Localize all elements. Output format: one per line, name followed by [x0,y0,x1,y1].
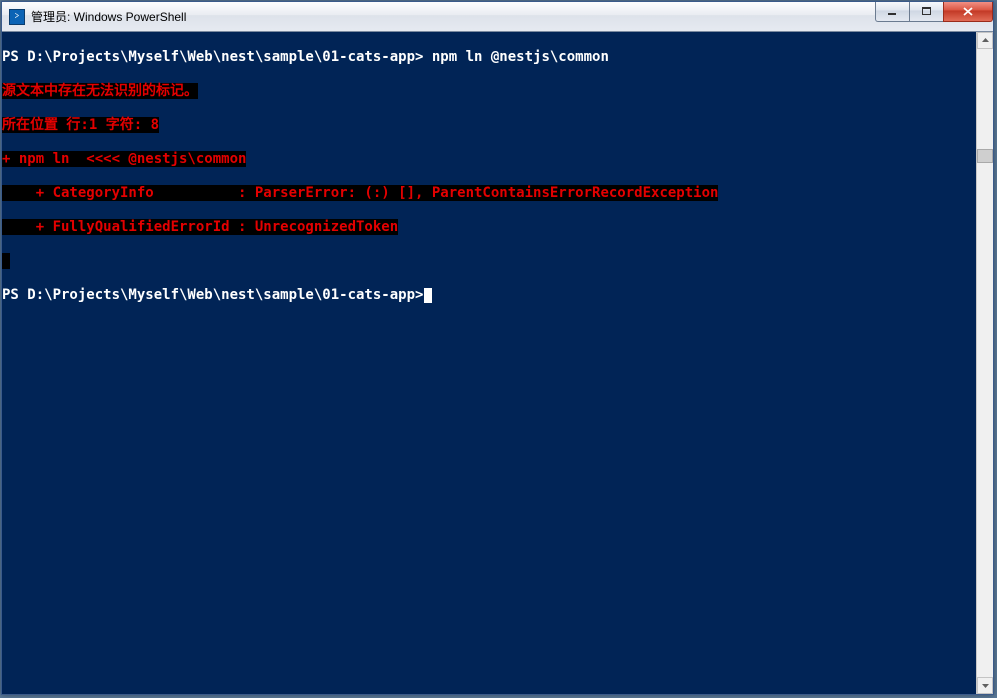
error-line: + FullyQualifiedErrorId : UnrecognizedTo… [2,219,398,235]
powershell-icon [9,9,25,25]
vertical-scrollbar[interactable] [976,32,993,694]
chevron-down-icon [981,681,990,690]
powershell-window: 管理员: Windows PowerShell PS D:\Projects\M… [1,1,994,695]
close-button[interactable] [943,2,993,22]
minimize-icon [887,6,898,17]
error-line: + CategoryInfo : ParserError: (:) [], Pa… [2,185,718,201]
window-buttons [876,2,993,22]
prompt-line: PS D:\Projects\Myself\Web\nest\sample\01… [2,49,423,65]
error-line: + npm ln <<<< @nestjs\common [2,151,246,167]
maximize-button[interactable] [909,2,944,22]
maximize-icon [921,6,932,17]
error-line: 所在位置 行:1 字符: 8 [2,117,159,133]
cursor [424,288,432,303]
title-bar[interactable]: 管理员: Windows PowerShell [2,2,993,32]
error-line: 源文本中存在无法识别的标记。 [2,83,198,99]
window-title: 管理员: Windows PowerShell [31,8,186,25]
scroll-up-button[interactable] [977,32,993,49]
command-text: npm ln @nestjs\common [423,49,608,65]
client-area: PS D:\Projects\Myself\Web\nest\sample\01… [2,32,993,694]
scrollbar-thumb[interactable] [977,149,993,163]
terminal-output[interactable]: PS D:\Projects\Myself\Web\nest\sample\01… [2,32,976,694]
scroll-down-button[interactable] [977,677,993,694]
minimize-button[interactable] [875,2,910,22]
prompt-line: PS D:\Projects\Myself\Web\nest\sample\01… [2,287,423,303]
close-icon [962,6,974,17]
error-blank-line [2,253,10,269]
chevron-up-icon [981,36,990,45]
scrollbar-track[interactable] [977,49,993,677]
